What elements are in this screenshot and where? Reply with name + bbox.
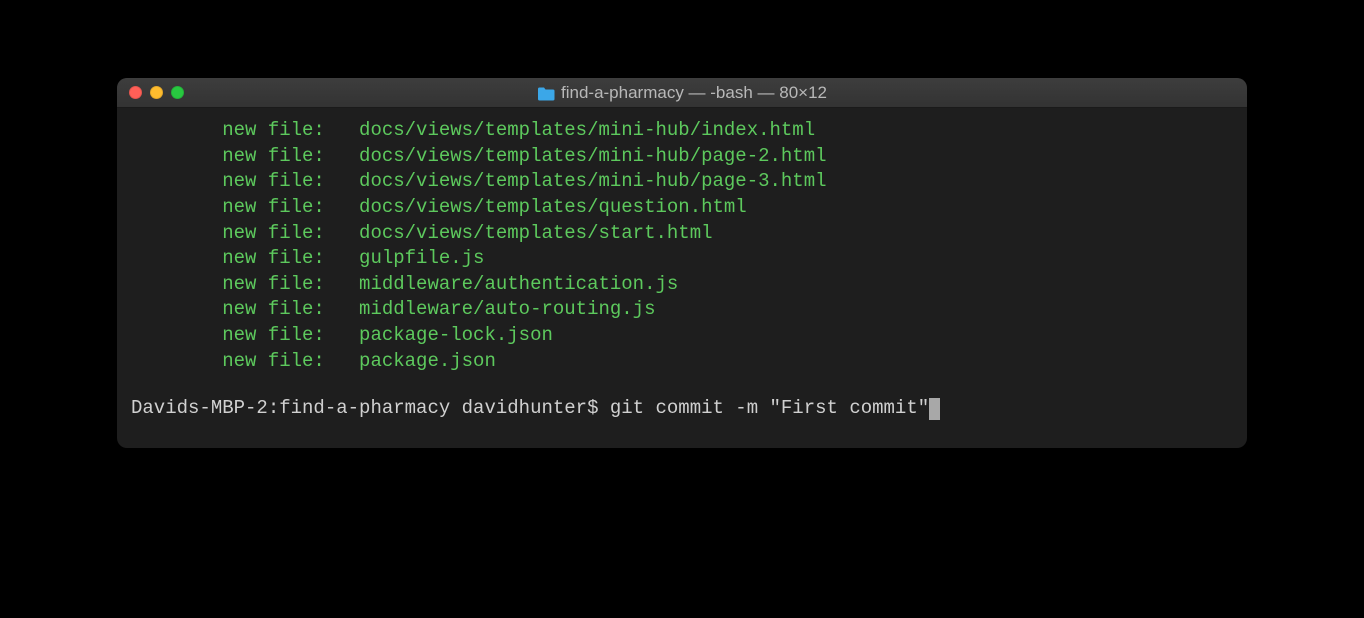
prompt-text: Davids-MBP-2:find-a-pharmacy davidhunter… <box>131 396 929 422</box>
window-title-text: find-a-pharmacy — -bash — 80×12 <box>561 83 827 103</box>
terminal-window: find-a-pharmacy — -bash — 80×12 new file… <box>117 78 1247 448</box>
git-status-line: new file: package-lock.json <box>131 323 1233 349</box>
git-status-line: new file: docs/views/templates/start.htm… <box>131 221 1233 247</box>
close-button[interactable] <box>129 86 142 99</box>
git-status-line: new file: docs/views/templates/mini-hub/… <box>131 169 1233 195</box>
git-status-line: new file: middleware/auto-routing.js <box>131 297 1233 323</box>
prompt-line[interactable]: Davids-MBP-2:find-a-pharmacy davidhunter… <box>131 396 1233 422</box>
git-status-line: new file: docs/views/templates/question.… <box>131 195 1233 221</box>
git-status-line: new file: docs/views/templates/mini-hub/… <box>131 144 1233 170</box>
git-status-line: new file: package.json <box>131 349 1233 375</box>
title-bar[interactable]: find-a-pharmacy — -bash — 80×12 <box>117 78 1247 108</box>
git-status-line: new file: gulpfile.js <box>131 246 1233 272</box>
window-title: find-a-pharmacy — -bash — 80×12 <box>537 83 827 103</box>
folder-icon <box>537 86 555 100</box>
minimize-button[interactable] <box>150 86 163 99</box>
git-status-line: new file: docs/views/templates/mini-hub/… <box>131 118 1233 144</box>
git-status-line: new file: middleware/authentication.js <box>131 272 1233 298</box>
maximize-button[interactable] <box>171 86 184 99</box>
terminal-output[interactable]: new file: docs/views/templates/mini-hub/… <box>117 108 1247 448</box>
cursor <box>929 398 940 420</box>
traffic-lights <box>129 86 184 99</box>
